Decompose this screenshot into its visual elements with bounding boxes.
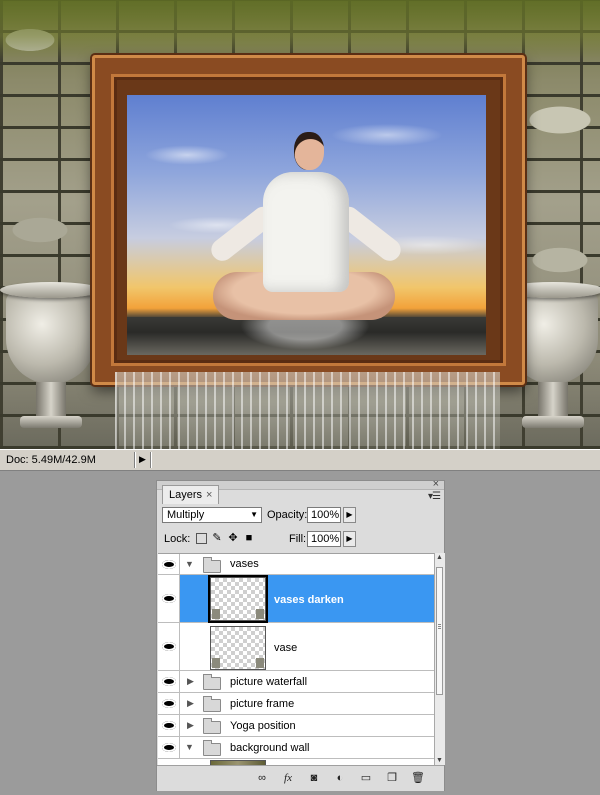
trash-icon[interactable]: 🗑 <box>411 771 425 785</box>
layer-thumbnail <box>210 626 266 670</box>
mask-icon[interactable]: ◙ <box>307 771 321 785</box>
lock-row: Lock: ✎ ✥ ■ Fill: 100% ▶ <box>161 531 440 549</box>
status-menu-arrow-icon[interactable]: ▶ <box>139 454 146 465</box>
figure-body <box>263 172 349 292</box>
panel-close-icon[interactable]: × <box>433 478 439 490</box>
scroll-down-icon[interactable]: ▼ <box>436 757 443 764</box>
visibility-eye-icon[interactable] <box>158 693 180 714</box>
layer-name: picture waterfall <box>230 676 308 688</box>
layer-name: picture frame <box>230 698 295 710</box>
fill-label: Fill: <box>289 533 307 545</box>
layer-thumbnail <box>208 575 268 623</box>
layer-name: vases <box>230 558 259 570</box>
link-icon[interactable]: ∞ <box>255 771 269 785</box>
folder-icon <box>203 674 221 690</box>
tab-close-icon[interactable]: × <box>206 489 212 501</box>
lock-all-icon[interactable]: ■ <box>243 532 255 544</box>
layer-name: background wall <box>230 742 310 754</box>
visibility-eye-icon[interactable] <box>158 715 180 736</box>
lock-move-icon[interactable]: ✥ <box>227 532 239 544</box>
waterfall <box>115 372 500 449</box>
status-separator <box>134 452 135 468</box>
chevron-down-icon: ▼ <box>250 510 258 519</box>
lock-brush-icon[interactable]: ✎ <box>211 532 223 544</box>
layers-list: ▼ vases vases darken vase ▶ picture wate… <box>158 553 434 766</box>
blend-mode-select[interactable]: Multiply ▼ <box>162 507 262 523</box>
opacity-label: Opacity: <box>267 509 308 521</box>
moss-overlay <box>0 0 600 60</box>
visibility-eye-icon[interactable] <box>158 737 180 758</box>
opacity-field[interactable]: 100% <box>307 507 341 523</box>
folder-icon <box>203 740 221 756</box>
layer-group-row[interactable]: ▼ background wall <box>158 737 434 759</box>
layer-group-row[interactable]: ▶ Yoga position <box>158 715 434 737</box>
lock-label: Lock: <box>164 533 191 545</box>
layer-name: vases darken <box>274 594 344 606</box>
tab-layers-label: Layers <box>169 489 203 501</box>
lock-transparency-icon[interactable] <box>196 533 207 544</box>
opacity-slider-button[interactable]: ▶ <box>343 507 356 523</box>
layers-bottom-toolbar: ∞ fx ◙ ◐ ▭ ❐ 🗑 <box>157 765 444 791</box>
visibility-eye-icon[interactable] <box>158 575 180 622</box>
collapse-triangle-icon[interactable]: ▶ <box>187 698 194 709</box>
expand-triangle-icon[interactable]: ▼ <box>185 559 194 569</box>
status-bar: Doc: 5.49M/42.9M ▶ <box>0 449 600 471</box>
water-reflection <box>240 320 370 350</box>
panel-menu-icon[interactable]: ▾☰ <box>428 491 441 502</box>
folder-icon <box>203 718 221 734</box>
layer-name: vase <box>274 642 298 654</box>
new-layer-icon[interactable]: ❐ <box>385 771 399 785</box>
layers-scrollbar[interactable]: ▲ ▼ <box>434 553 445 765</box>
fill-field[interactable]: 100% <box>307 531 341 547</box>
folder-icon <box>203 696 221 712</box>
visibility-eye-icon[interactable] <box>158 623 180 670</box>
collapse-triangle-icon[interactable]: ▶ <box>187 676 194 687</box>
visibility-eye-icon[interactable] <box>158 671 180 692</box>
layer-group-row[interactable]: ▶ picture frame <box>158 693 434 715</box>
adjustment-icon[interactable]: ◐ <box>333 771 347 785</box>
blend-row: Multiply ▼ Opacity: 100% ▶ <box>161 507 440 525</box>
doc-size-text: Doc: 5.49M/42.9M <box>6 454 96 466</box>
layer-name: Yoga position <box>230 720 296 732</box>
figure-head <box>294 132 324 170</box>
layer-group-row[interactable]: ▼ vases <box>158 554 434 575</box>
scroll-thumb[interactable] <box>436 567 443 695</box>
fill-slider-button[interactable]: ▶ <box>343 531 356 547</box>
scroll-up-icon[interactable]: ▲ <box>436 554 443 561</box>
visibility-eye-icon[interactable] <box>158 554 180 574</box>
layer-row-selected[interactable]: vases darken <box>158 575 434 623</box>
layer-row[interactable]: vase <box>158 623 434 671</box>
collapse-triangle-icon[interactable]: ▶ <box>187 720 194 731</box>
document-canvas[interactable] <box>0 0 600 449</box>
expand-triangle-icon[interactable]: ▼ <box>185 742 194 752</box>
status-separator <box>150 452 151 468</box>
blend-mode-value: Multiply <box>167 509 205 521</box>
layers-panel: × Layers × ▾☰ Multiply ▼ Opacity: 100% ▶ … <box>156 478 445 791</box>
tab-layers[interactable]: Layers × <box>162 485 220 504</box>
layer-group-row[interactable]: ▶ picture waterfall <box>158 671 434 693</box>
left-vase <box>0 282 102 444</box>
folder-icon <box>203 557 221 573</box>
new-group-icon[interactable]: ▭ <box>359 771 373 785</box>
fx-icon[interactable]: fx <box>281 771 295 785</box>
